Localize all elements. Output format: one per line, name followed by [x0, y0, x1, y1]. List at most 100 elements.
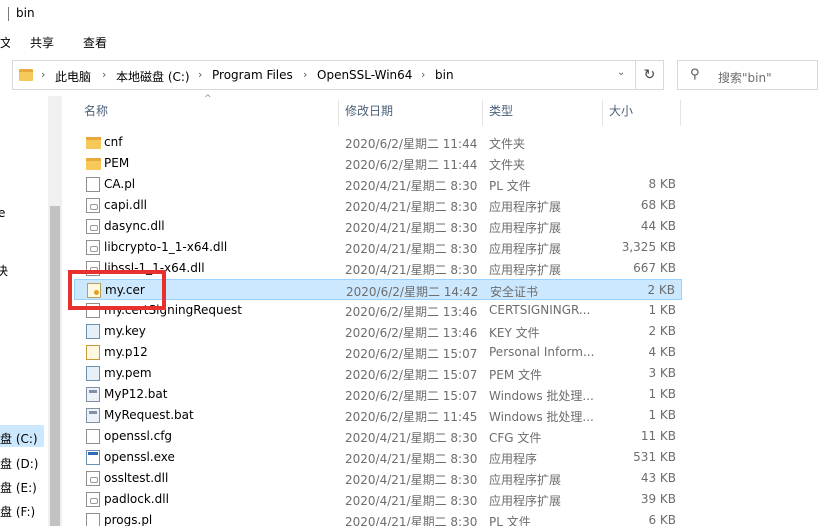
file-size: 1 KB: [648, 387, 676, 401]
dll-icon: [86, 240, 100, 255]
file-type: Windows 批处理...: [489, 410, 594, 424]
nav-scroll-thumb[interactable]: [50, 206, 60, 526]
file-date: 2020/4/21/星期二 8:30: [345, 515, 478, 526]
file-type: 文件夹: [489, 137, 526, 151]
file-row[interactable]: progs.pl 2020/4/21/星期二 8:30 PL 文件 6 KB: [74, 510, 682, 526]
file-size: 11 KB: [640, 429, 676, 443]
highlight-box: [68, 270, 166, 310]
file-row[interactable]: MyRequest.bat 2020/6/2/星期二 11:45 Windows 批…: [74, 405, 682, 426]
address-bar[interactable]: › 此电脑 › 本地磁盘 (C:) › Program Files › Open…: [12, 60, 636, 90]
file-row[interactable]: cnf 2020/6/2/星期二 11:44 文件夹: [74, 132, 682, 153]
file-type: 安全证书: [490, 285, 539, 299]
file-date: 2020/4/21/星期二 8:30: [345, 452, 478, 466]
file-date: 2020/4/21/星期二 8:30: [345, 263, 478, 277]
file-icon: [86, 429, 100, 444]
file-row[interactable]: openssl.cfg 2020/4/21/星期二 8:30 CFG 文件 11 KB: [74, 426, 682, 447]
chevron-right-icon[interactable]: ›: [421, 68, 425, 81]
column-divider[interactable]: [482, 100, 483, 126]
column-divider[interactable]: [338, 100, 339, 126]
key-file-icon: [86, 366, 100, 381]
file-row[interactable]: CA.pl 2020/4/21/星期二 8:30 PL 文件 8 KB: [74, 174, 682, 195]
file-type: Windows 批处理...: [489, 389, 594, 403]
file-date: 2020/6/2/星期二 11:44: [345, 137, 478, 151]
file-date: 2020/4/21/星期二 8:30: [345, 473, 478, 487]
file-row[interactable]: libcrypto-1_1-x64.dll 2020/4/21/星期二 8:30 应…: [74, 237, 682, 258]
file-row[interactable]: my.key 2020/6/2/星期二 13:46 KEY 文件 2 KB: [74, 321, 682, 342]
nav-drive-d[interactable]: 盘 (D:): [0, 455, 38, 472]
file-date: 2020/6/2/星期二 15:07: [345, 389, 478, 403]
tab-share[interactable]: 共享: [30, 34, 54, 51]
file-date: 2020/4/21/星期二 8:30: [345, 221, 478, 235]
file-row[interactable]: openssl.exe 2020/4/21/星期二 8:30 应用程序 531 KB: [74, 447, 682, 468]
tab-view[interactable]: 查看: [83, 34, 107, 51]
refresh-button[interactable]: ↻: [636, 60, 664, 90]
file-name: MyP12.bat: [104, 387, 168, 401]
exe-icon: [86, 450, 100, 465]
search-input[interactable]: ⚲ 搜索"bin": [677, 60, 818, 90]
chevron-down-icon[interactable]: ⌄: [617, 67, 625, 78]
file-size: 43 KB: [640, 471, 676, 485]
nav-item-fragment[interactable]: 决: [0, 262, 8, 279]
file-date: 2020/4/21/星期二 8:30: [345, 242, 478, 256]
file-row[interactable]: my.p12 2020/6/2/星期二 15:07 Personal Inform.…: [74, 342, 682, 363]
folder-icon: [86, 158, 101, 170]
chevron-right-icon[interactable]: ›: [198, 68, 202, 81]
file-name: my.pem: [104, 366, 152, 380]
breadcrumb-bin[interactable]: bin: [435, 68, 454, 82]
file-size: 2 KB: [647, 283, 675, 297]
file-name: openssl.cfg: [104, 429, 173, 443]
column-divider[interactable]: [680, 100, 681, 126]
column-size[interactable]: 大小: [609, 96, 633, 126]
file-row[interactable]: my.pem 2020/6/2/星期二 15:07 PEM 文件 3 KB: [74, 363, 682, 384]
file-type: 文件夹: [489, 158, 526, 172]
p12-icon: [86, 345, 100, 360]
file-size: 44 KB: [640, 219, 676, 233]
file-date: 2020/6/2/星期二 11:45: [345, 410, 478, 424]
file-name: padlock.dll: [104, 492, 169, 506]
navigation-pane: e 决 盘 (C:) 盘 (D:) 盘 (E:) 盘 (F:): [0, 96, 48, 526]
nav-drive-e[interactable]: 盘 (E:): [0, 479, 37, 496]
file-row[interactable]: capi.dll 2020/4/21/星期二 8:30 应用程序扩展 68 KB: [74, 195, 682, 216]
nav-item-fragment[interactable]: e: [0, 206, 5, 220]
file-name: capi.dll: [104, 198, 148, 212]
file-type: 应用程序扩展: [489, 221, 562, 235]
file-size: 1 KB: [648, 303, 676, 317]
nav-drive-c[interactable]: 盘 (C:): [0, 430, 38, 447]
file-date: 2020/6/2/星期二 13:46: [345, 326, 478, 340]
sort-ascending-icon: ^: [204, 94, 212, 104]
window-title: bin: [16, 6, 35, 20]
column-date[interactable]: 修改日期: [345, 96, 393, 126]
breadcrumb-openssl[interactable]: OpenSSL-Win64: [317, 68, 412, 82]
nav-scrollbar[interactable]: [48, 96, 62, 526]
file-row[interactable]: padlock.dll 2020/4/21/星期二 8:30 应用程序扩展 39 KB: [74, 489, 682, 510]
column-divider[interactable]: [602, 100, 603, 126]
file-name: dasync.dll: [104, 219, 165, 233]
file-type: PEM 文件: [489, 368, 542, 382]
breadcrumb-local-disk[interactable]: 本地磁盘 (C:): [116, 68, 190, 85]
ribbon-tab-file[interactable]: 文: [0, 34, 10, 51]
column-name[interactable]: 名称: [84, 96, 108, 126]
file-row[interactable]: dasync.dll 2020/4/21/星期二 8:30 应用程序扩展 44 KB: [74, 216, 682, 237]
chevron-right-icon[interactable]: ›: [41, 68, 45, 81]
breadcrumb-this-pc[interactable]: 此电脑: [55, 68, 91, 85]
file-type: 应用程序扩展: [489, 473, 562, 487]
breadcrumb-program-files[interactable]: Program Files: [212, 68, 293, 82]
file-type: 应用程序扩展: [489, 242, 562, 256]
file-name: openssl.exe: [104, 450, 175, 464]
file-size: 6 KB: [648, 513, 676, 526]
chevron-right-icon[interactable]: ›: [303, 68, 307, 81]
file-row[interactable]: MyP12.bat 2020/6/2/星期二 15:07 Windows 批处理..…: [74, 384, 682, 405]
file-type: 应用程序扩展: [489, 200, 562, 214]
file-type: 应用程序扩展: [489, 263, 562, 277]
file-row[interactable]: PEM 2020/6/2/星期二 11:44 文件夹: [74, 153, 682, 174]
file-icon: [86, 513, 100, 526]
nav-drive-f[interactable]: 盘 (F:): [0, 503, 35, 520]
chevron-right-icon[interactable]: ›: [102, 68, 106, 81]
column-type[interactable]: 类型: [489, 96, 513, 126]
file-name: libcrypto-1_1-x64.dll: [104, 240, 228, 254]
refresh-icon: ↻: [643, 67, 656, 83]
file-size: 8 KB: [648, 177, 676, 191]
column-header: ^ 名称 修改日期 类型 大小: [62, 94, 818, 126]
dll-icon: [86, 471, 100, 486]
file-row[interactable]: ossltest.dll 2020/4/21/星期二 8:30 应用程序扩展 43 K…: [74, 468, 682, 489]
